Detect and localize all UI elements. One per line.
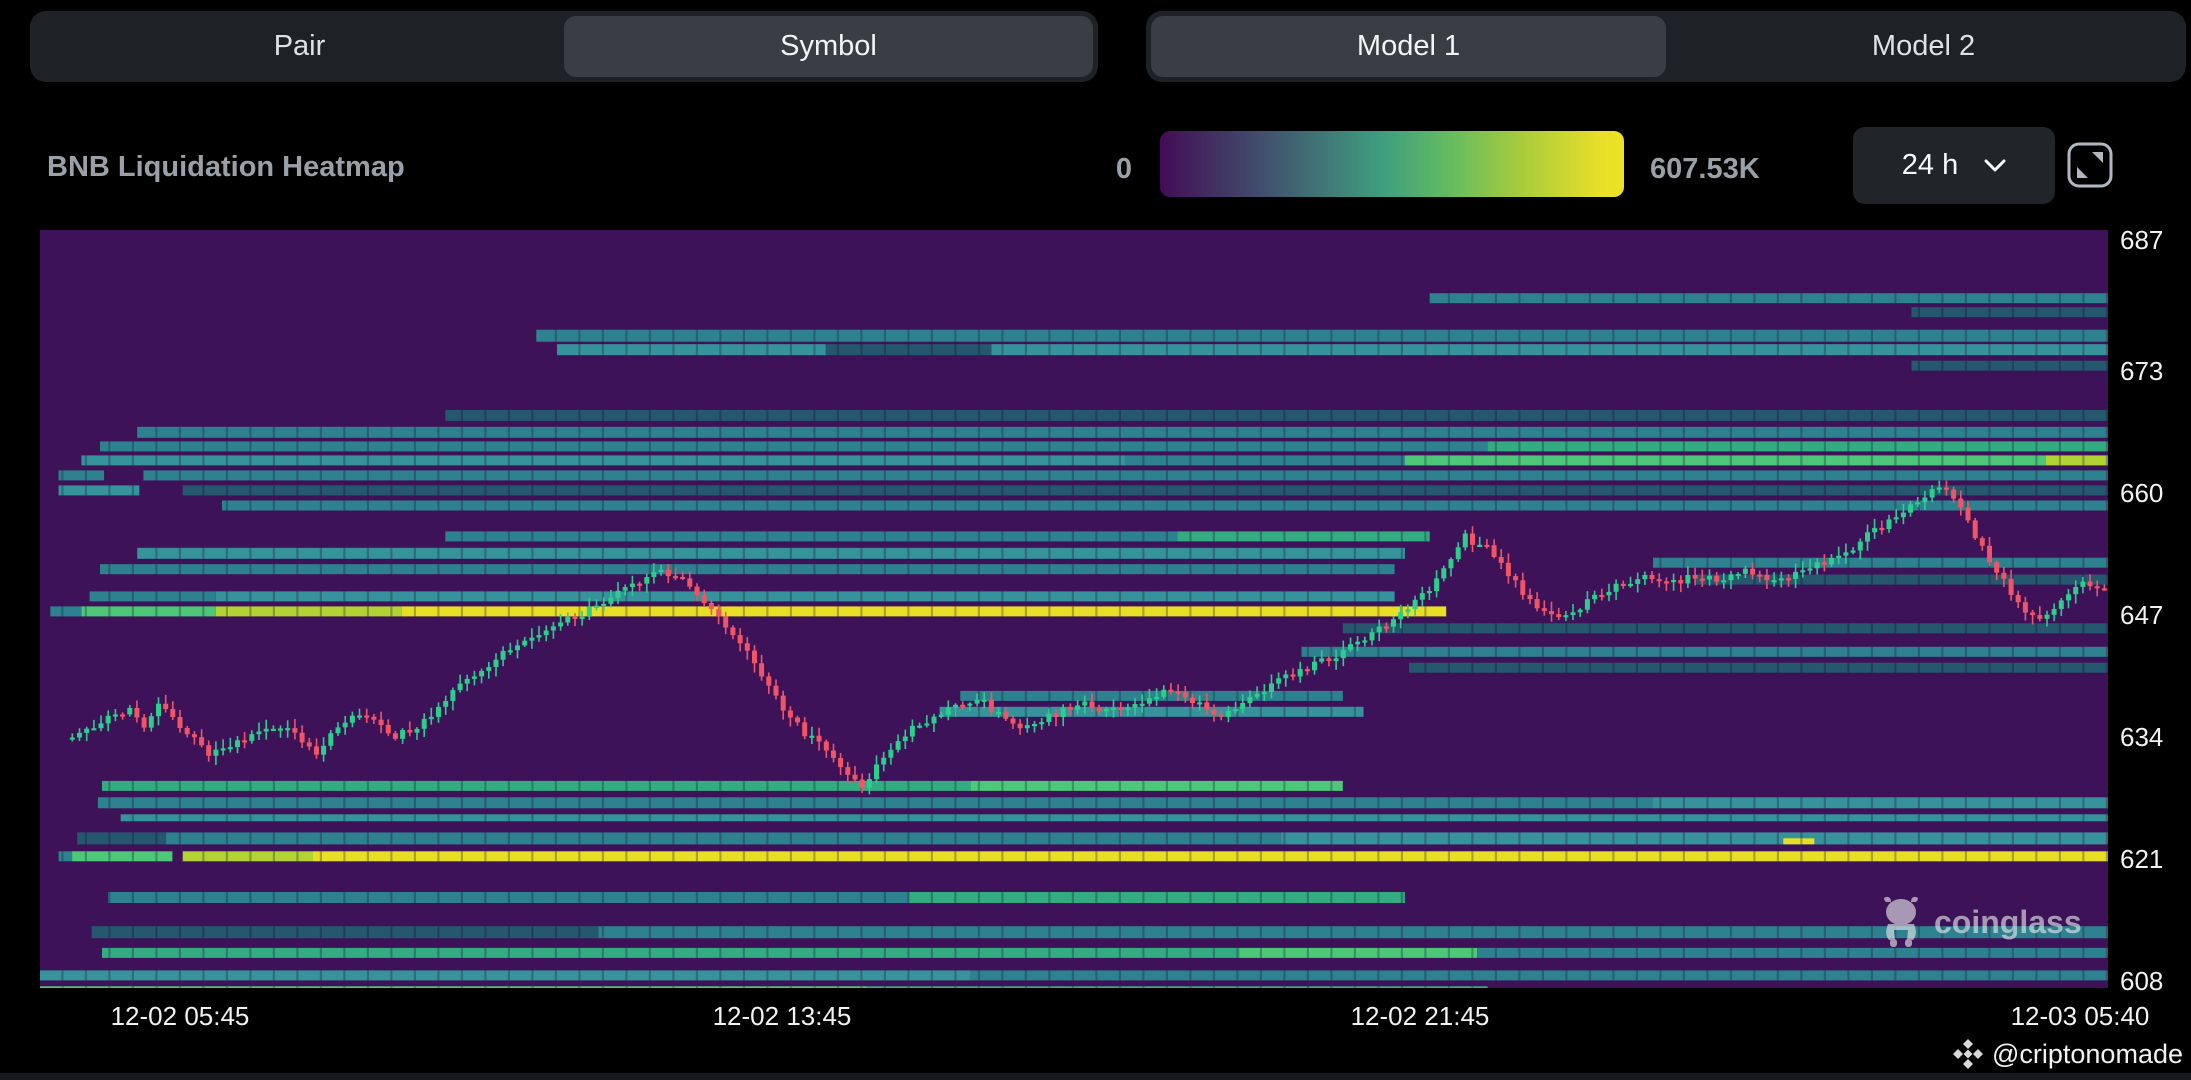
binance-diamond-icon	[1952, 1038, 1984, 1070]
y-axis-label: 608	[2120, 966, 2163, 997]
colorbar-max-label: 607.53K	[1650, 153, 1760, 186]
fullscreen-button[interactable]	[2066, 141, 2114, 189]
pair-symbol-toggle: Pair Symbol	[30, 11, 1098, 82]
y-axis-label: 673	[2120, 356, 2163, 387]
model1-button[interactable]: Model 1	[1151, 16, 1666, 77]
x-axis-label: 12-02 21:45	[1351, 1001, 1490, 1032]
heatmap-candles-canvas	[40, 230, 2108, 988]
bottom-edge-strip	[0, 1073, 2191, 1080]
symbol-button[interactable]: Symbol	[564, 16, 1093, 77]
liquidation-heatmap-chart[interactable]	[40, 230, 2108, 988]
colorbar-min-label: 0	[1062, 153, 1132, 186]
x-axis-label: 12-02 05:45	[111, 1001, 250, 1032]
x-axis-label: 12-02 13:45	[713, 1001, 852, 1032]
model2-button[interactable]: Model 2	[1666, 16, 2181, 77]
y-axis-label: 687	[2120, 225, 2163, 256]
fullscreen-icon	[2066, 141, 2114, 189]
credit-badge: @criptonomade	[1952, 1038, 2183, 1070]
chevron-down-icon	[1984, 159, 2006, 173]
y-axis-label: 660	[2120, 478, 2163, 509]
x-axis-label: 12-03 05:40	[2011, 1001, 2150, 1032]
model-toggle: Model 1 Model 2	[1146, 11, 2186, 82]
y-axis-label: 647	[2120, 600, 2163, 631]
timeframe-dropdown[interactable]: 24 h	[1853, 127, 2055, 204]
y-axis-label: 634	[2120, 722, 2163, 753]
page-title: BNB Liquidation Heatmap	[47, 151, 405, 184]
colorbar-gradient	[1160, 131, 1624, 197]
y-axis-label: 621	[2120, 844, 2163, 875]
timeframe-value: 24 h	[1902, 149, 1958, 182]
pair-button[interactable]: Pair	[35, 16, 564, 77]
credit-text: @criptonomade	[1992, 1039, 2183, 1070]
